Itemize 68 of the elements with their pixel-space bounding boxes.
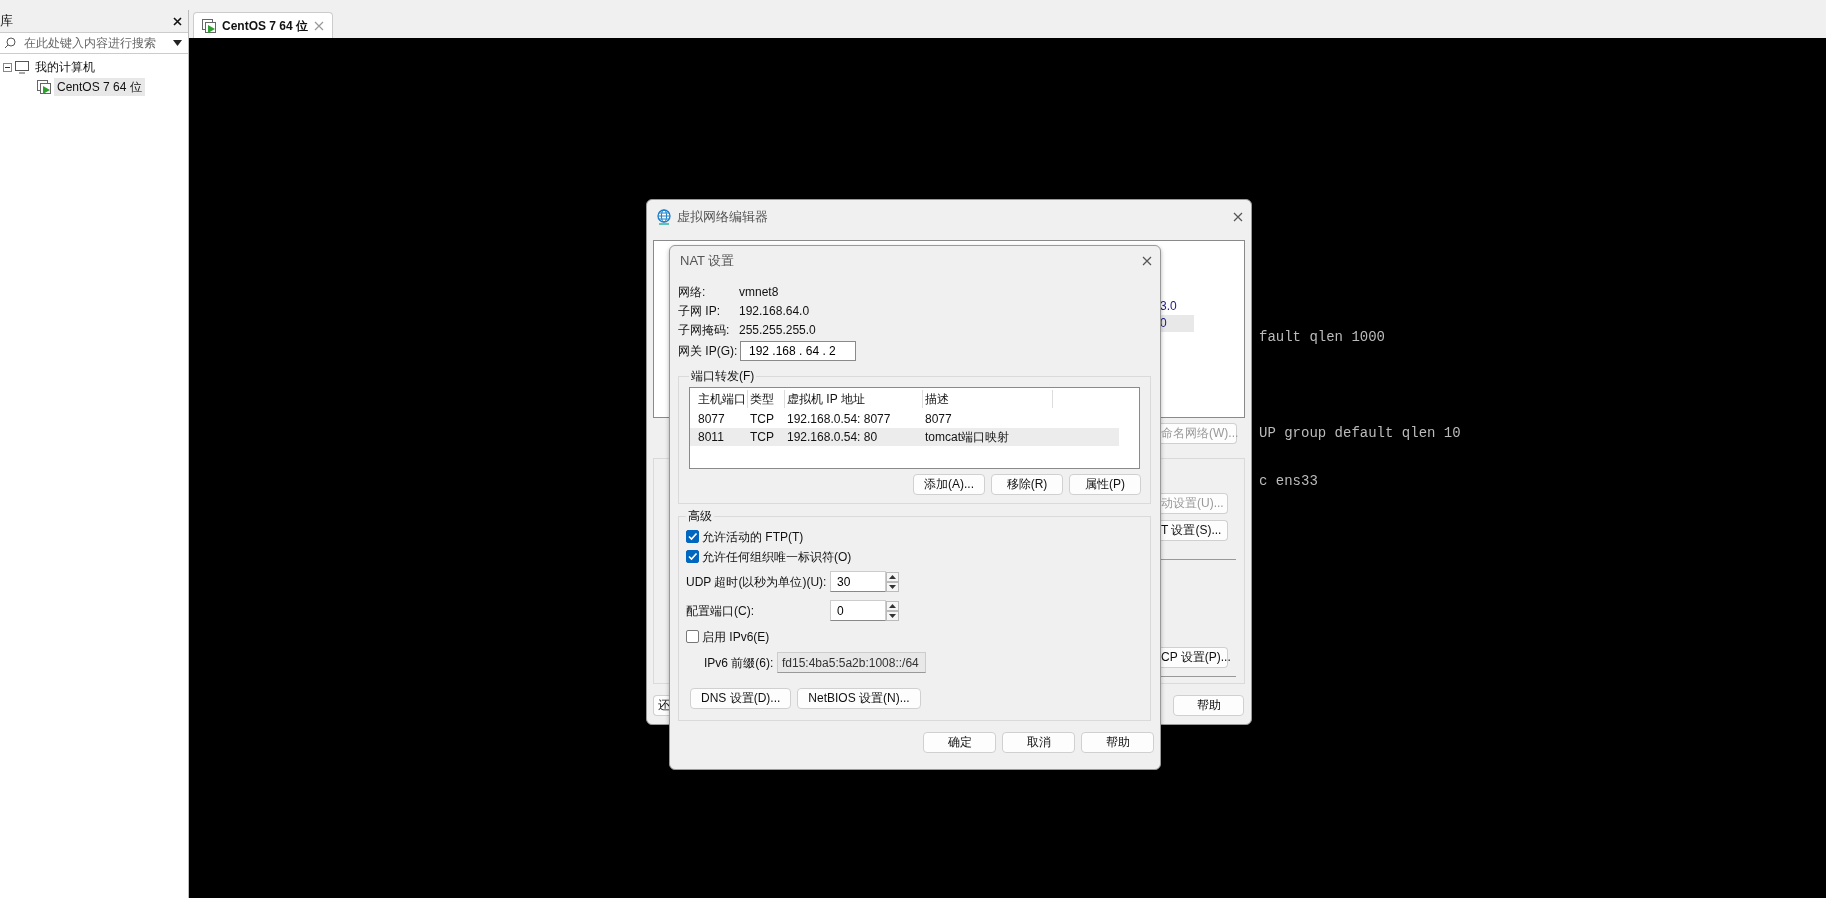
up-arrow-icon (889, 574, 896, 579)
terminal-line: UP group default qlen 10 (1259, 424, 1461, 442)
checkbox-label: 允许活动的 FTP(T) (702, 528, 804, 546)
field-value: vmnet8 (739, 283, 779, 301)
checkbox[interactable] (686, 550, 699, 563)
globe-icon (657, 209, 671, 225)
column-header[interactable]: 虚拟机 IP 地址 (785, 390, 923, 408)
button[interactable]: 取消 (1002, 732, 1075, 753)
checkbox-label: 允许任何组织唯一标识符(O) (702, 548, 852, 566)
down-arrow-icon (889, 613, 896, 618)
vm-icon (37, 80, 51, 94)
search-icon (4, 37, 16, 49)
close-icon[interactable] (1142, 256, 1152, 266)
checkbox-label: 启用 IPv6(E) (702, 628, 770, 646)
checkbox[interactable] (686, 630, 699, 643)
window-title: 虚拟网络编辑器 (677, 208, 769, 227)
button[interactable]: CP 设置(P)... (1159, 647, 1228, 668)
spin-down-button[interactable] (886, 581, 899, 592)
spin-up-button[interactable] (886, 571, 899, 582)
button[interactable]: NetBIOS 设置(N)... (797, 688, 921, 709)
spin-down-button[interactable] (886, 610, 899, 621)
number-field[interactable]: 30 (830, 571, 886, 592)
tab[interactable]: CentOS 7 64 位 (193, 12, 334, 38)
close-icon[interactable] (1233, 212, 1243, 222)
tree-item[interactable]: CentOS 7 64 位 (54, 78, 145, 96)
field-label: UDP 超时(以秒为单位)(U): (686, 573, 828, 591)
close-icon[interactable] (173, 16, 182, 26)
field-value: 255.255.255.0 (739, 321, 816, 339)
group-title: 端口转发(F) (690, 369, 756, 383)
button[interactable]: T 设置(S)... (1159, 520, 1228, 541)
button[interactable]: 帮助 (1081, 732, 1154, 753)
window-title: NAT 设置 (680, 252, 736, 271)
button[interactable]: DNS 设置(D)... (690, 688, 792, 709)
tree-item[interactable]: 我的计算机 (32, 58, 98, 76)
collapse-icon[interactable] (3, 62, 12, 72)
monitor-icon (15, 60, 29, 74)
list-cell[interactable]: 3.0 (1160, 298, 1194, 315)
table-row[interactable]: 8077 TCP 192.168.0.54: 8077 8077 (690, 410, 1139, 428)
field-label: 网关 IP(G): (678, 343, 739, 360)
field-label: 子网掩码: (678, 321, 731, 339)
down-arrow-icon (889, 584, 896, 589)
button[interactable]: 添加(A)... (913, 474, 985, 495)
terminal-line: fault qlen 1000 (1259, 328, 1386, 346)
field-label: 子网 IP: (678, 302, 721, 320)
table-row[interactable]: 8011 TCP 192.168.0.54: 80 tomcat端口映射 (690, 428, 1119, 446)
field-label: 配置端口(C): (686, 602, 755, 620)
up-arrow-icon (889, 603, 896, 608)
help-button[interactable]: 帮助 (1173, 695, 1244, 716)
search-field[interactable]: 在此处键入内容进行搜索 (0, 32, 188, 54)
checkbox[interactable] (686, 530, 699, 543)
vm-icon (202, 18, 216, 33)
button[interactable]: 属性(P) (1069, 474, 1141, 495)
number-field[interactable]: 0 (830, 600, 886, 621)
group-title: 高级 (687, 509, 713, 523)
column-header[interactable]: 主机端口 (696, 390, 748, 408)
field-label: 网络: (678, 283, 707, 301)
list-cell[interactable]: 0 (1160, 315, 1194, 332)
panel-title: 库 (0, 12, 13, 31)
button[interactable]: 确定 (923, 732, 996, 753)
column-header[interactable]: 类型 (748, 390, 785, 408)
field-value: 192.168.64.0 (739, 302, 810, 320)
spin-up-button[interactable] (886, 600, 899, 611)
ip-address-field[interactable]: 192 .168 . 64 . 2 (740, 341, 856, 361)
field-label: IPv6 前缀(6): (704, 654, 775, 672)
caret-icon[interactable] (173, 40, 182, 46)
column-header[interactable]: 描述 (923, 390, 1053, 408)
terminal-line: c ens33 (1259, 472, 1318, 490)
button[interactable]: 移除(R) (991, 474, 1063, 495)
